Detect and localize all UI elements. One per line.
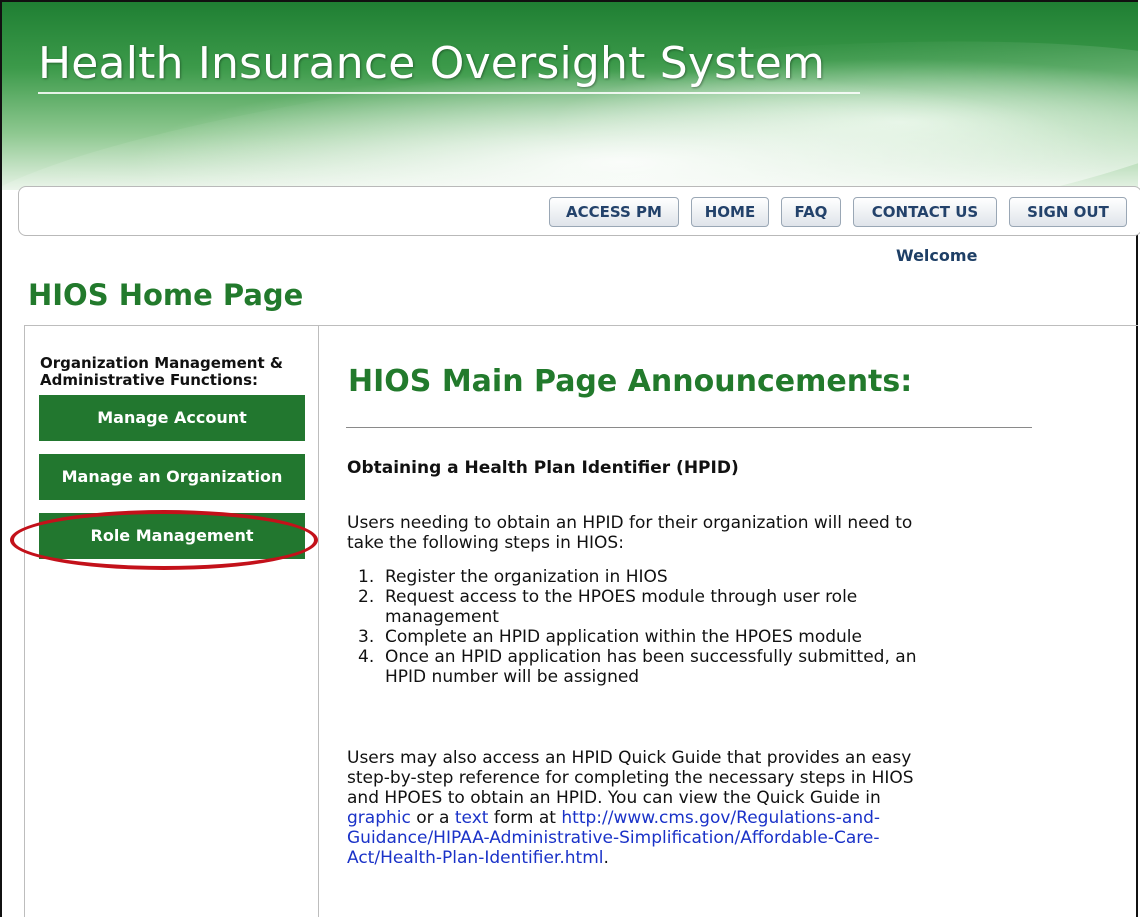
nav-faq-button[interactable]: FAQ <box>781 197 841 227</box>
list-item: 4. Once an HPID application has been suc… <box>347 647 997 687</box>
guide-line: Guidance/HIPAA-Administrative-Simplifica… <box>347 828 997 848</box>
manage-organization-button[interactable]: Manage an Organization <box>39 454 305 500</box>
banner-swoosh <box>2 2 1138 190</box>
guide-line: graphic or a text form at http://www.cms… <box>347 808 997 828</box>
step-text-continued: HPID number will be assigned <box>385 667 640 687</box>
step-text: Request access to the HPOES module throu… <box>385 587 858 607</box>
step-number: 4. <box>358 647 375 667</box>
step-number: 3. <box>358 627 375 647</box>
text-link[interactable]: text <box>455 808 489 828</box>
manage-account-button[interactable]: Manage Account <box>39 395 305 441</box>
sidebar-heading: Organization Management & Administrative… <box>40 355 315 389</box>
step-text-continued: management <box>385 607 499 627</box>
cms-url-link-part3[interactable]: Act/Health-Plan-Identifier.html <box>347 848 603 868</box>
guide-text: or a <box>410 808 455 828</box>
graphic-link[interactable]: graphic <box>347 808 411 828</box>
quick-guide-paragraph: Users may also access an HPID Quick Guid… <box>347 748 997 868</box>
site-title-underline <box>38 92 860 94</box>
guide-line: Users may also access an HPID Quick Guid… <box>347 748 912 768</box>
nav-sign-out-button[interactable]: SIGN OUT <box>1009 197 1127 227</box>
cms-url-link-part1[interactable]: http://www.cms.gov/Regulations-and- <box>561 808 880 828</box>
site-title: Health Insurance Oversight System <box>38 38 826 89</box>
welcome-text: Welcome <box>896 246 978 265</box>
heading-divider <box>346 427 1032 428</box>
header-banner <box>2 2 1138 190</box>
guide-line: and HPOES to obtain an HPID. You can vie… <box>347 788 881 808</box>
list-item: 3. Complete an HPID application within t… <box>347 627 997 647</box>
intro-paragraph: Users needing to obtain an HPID for thei… <box>347 513 997 553</box>
hpid-section-title: Obtaining a Health Plan Identifier (HPID… <box>347 458 739 478</box>
step-text: Once an HPID application has been succes… <box>385 647 917 667</box>
sidebar-divider <box>318 326 319 917</box>
steps-list: 1. Register the organization in HIOS 2. … <box>347 567 997 687</box>
announcements-heading: HIOS Main Page Announcements: <box>348 364 913 399</box>
step-text: Register the organization in HIOS <box>385 567 668 587</box>
cms-url-link-part2[interactable]: Guidance/HIPAA-Administrative-Simplifica… <box>347 828 879 848</box>
sidebar-heading-line1: Organization Management & <box>40 354 283 372</box>
role-management-highlight-circle <box>10 510 318 570</box>
page-title: HIOS Home Page <box>28 278 304 312</box>
guide-period: . <box>603 848 609 868</box>
sidebar-heading-line2: Administrative Functions: <box>40 371 259 389</box>
nav-contact-us-button[interactable]: CONTACT US <box>853 197 997 227</box>
nav-home-button[interactable]: HOME <box>691 197 769 227</box>
step-text: Complete an HPID application within the … <box>385 627 862 647</box>
intro-line: take the following steps in HIOS: <box>347 533 624 553</box>
nav-access-pm-button[interactable]: ACCESS PM <box>549 197 679 227</box>
list-item: 1. Register the organization in HIOS <box>347 567 997 587</box>
list-item: 2. Request access to the HPOES module th… <box>347 587 997 627</box>
guide-line: Act/Health-Plan-Identifier.html. <box>347 848 997 868</box>
step-number: 2. <box>358 587 375 607</box>
guide-text: form at <box>488 808 562 828</box>
step-number: 1. <box>358 567 375 587</box>
guide-line: step-by-step reference for completing th… <box>347 768 914 788</box>
intro-line: Users needing to obtain an HPID for thei… <box>347 513 913 533</box>
